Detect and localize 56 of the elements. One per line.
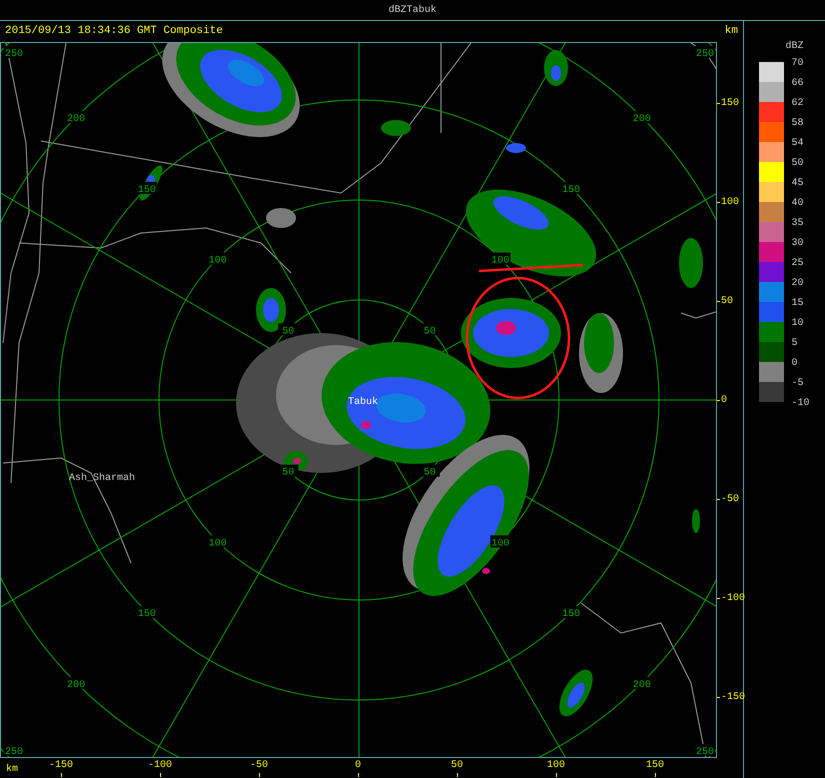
ring-label: 200 xyxy=(632,680,651,691)
ring-label: 50 xyxy=(282,326,294,338)
ring-label: 250 xyxy=(696,49,714,60)
legend-label: 0 xyxy=(791,357,798,371)
legend-title: dBZ xyxy=(784,40,804,54)
ring-label: 50 xyxy=(424,326,436,338)
y-axis-tick: 100 xyxy=(721,196,740,210)
ring-label: 200 xyxy=(67,680,86,691)
ring-label: 50 xyxy=(424,468,436,479)
legend-label: -10 xyxy=(791,397,810,411)
ring-label: 150 xyxy=(562,609,580,620)
x-axis-tick: 0 xyxy=(354,759,361,773)
ring-label: 100 xyxy=(208,538,227,550)
y-axis-tick: 150 xyxy=(721,97,740,111)
legend-label: 62 xyxy=(791,97,804,111)
unit-label: km xyxy=(724,24,738,40)
ring-label: 200 xyxy=(67,114,86,126)
x-axis-unit: km xyxy=(6,762,18,777)
legend-label: 66 xyxy=(791,77,804,91)
ring-label: 250 xyxy=(696,747,714,758)
x-axis-tick: 100 xyxy=(546,759,565,773)
legend-label: -5 xyxy=(791,377,804,391)
ring-label: 150 xyxy=(138,609,156,620)
legend-label: 70 xyxy=(791,57,804,71)
ring-label: 250 xyxy=(5,49,23,60)
timestamp-label: 2015/09/13 18:34:36 GMT Composite xyxy=(5,24,223,40)
x-axis-tick: -50 xyxy=(250,759,268,773)
ring-label: 150 xyxy=(138,184,156,196)
legend-label: 40 xyxy=(791,197,804,211)
ring-label: 100 xyxy=(491,256,510,267)
legend-label: 54 xyxy=(791,137,804,151)
ring-label: 150 xyxy=(562,184,580,196)
legend-label: 5 xyxy=(791,337,798,351)
legend-label: 58 xyxy=(791,117,804,131)
ring-label: 250 xyxy=(5,747,23,758)
legend-label: 35 xyxy=(791,217,804,231)
x-axis-tick: 150 xyxy=(646,759,664,773)
y-axis-tick: 50 xyxy=(721,295,734,309)
x-axis-tick: -150 xyxy=(48,759,73,773)
y-axis-tick: 0 xyxy=(721,394,728,408)
ring-label: 200 xyxy=(632,114,651,126)
ring-label: 50 xyxy=(282,468,294,479)
legend-label: 10 xyxy=(791,317,804,331)
place-label: Tabuk xyxy=(348,397,378,408)
legend-label: 45 xyxy=(791,177,804,191)
ring-label: 100 xyxy=(491,538,510,550)
legend-label: 30 xyxy=(791,237,804,251)
legend-label: 20 xyxy=(791,277,804,291)
ring-label: 100 xyxy=(208,256,227,267)
x-axis-tick: -100 xyxy=(148,759,172,773)
x-axis-tick: 50 xyxy=(450,759,463,773)
y-axis-tick: -50 xyxy=(721,493,740,507)
legend-label: 50 xyxy=(791,157,804,171)
legend-label: 15 xyxy=(791,297,804,311)
window-title: dBZTabuk xyxy=(0,0,825,21)
legend-label: 25 xyxy=(791,257,804,271)
